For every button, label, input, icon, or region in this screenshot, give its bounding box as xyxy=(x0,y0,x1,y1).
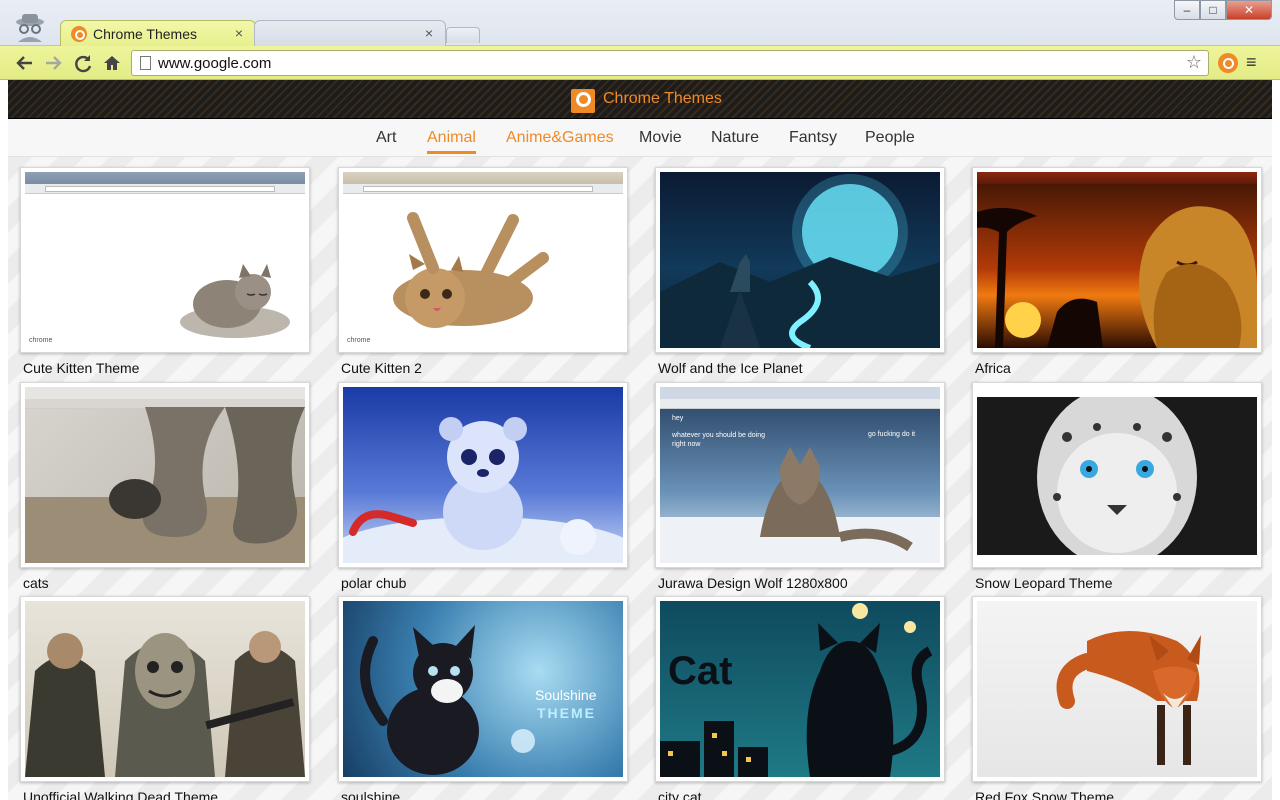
tab-empty[interactable]: × xyxy=(254,20,446,46)
theme-thumbnail[interactable] xyxy=(972,167,1262,353)
theme-title[interactable]: Snow Leopard Theme xyxy=(975,575,1113,591)
browser-toolbar: www.google.com ☆ ≡ xyxy=(0,46,1280,80)
tab-chrome-themes[interactable]: Chrome Themes × xyxy=(60,20,256,46)
nav-item-people[interactable]: People xyxy=(865,129,915,147)
chrome-label: chrome xyxy=(29,337,53,344)
theme-thumbnail[interactable] xyxy=(972,382,1262,568)
theme-thumbnail[interactable]: Cat xyxy=(655,596,945,782)
theme-title[interactable]: Cute Kitten 2 xyxy=(341,360,422,376)
wolf-hey-text: hey xyxy=(672,415,684,422)
address-bar[interactable]: www.google.com ☆ xyxy=(131,50,1209,76)
window-controls: – □ ✕ xyxy=(1142,0,1272,20)
theme-thumbnail[interactable] xyxy=(20,382,310,568)
theme-title[interactable]: Wolf and the Ice Planet xyxy=(658,360,803,376)
theme-thumbnail[interactable] xyxy=(338,382,628,568)
close-window-button[interactable]: ✕ xyxy=(1226,0,1272,20)
wolf-right-text: go fucking do it xyxy=(868,431,916,438)
url-text[interactable]: www.google.com xyxy=(158,55,271,72)
theme-title[interactable]: Unofficial Walking Dead Theme xyxy=(23,789,218,800)
chrome-label: chrome xyxy=(347,337,371,344)
home-icon[interactable] xyxy=(101,52,123,74)
incognito-icon xyxy=(12,12,48,42)
minimize-button[interactable]: – xyxy=(1174,0,1200,20)
back-arrow-icon[interactable] xyxy=(14,52,36,74)
nav-item-fantsy[interactable]: Fantsy xyxy=(789,129,837,147)
tab-close-icon[interactable]: × xyxy=(425,25,433,41)
city-cat-text: Cat xyxy=(668,649,733,693)
tab-close-icon[interactable]: × xyxy=(235,25,243,41)
site-header: Chrome Themes xyxy=(8,80,1272,119)
site-logo-text[interactable]: Chrome Themes xyxy=(603,90,722,108)
page-icon xyxy=(140,56,151,70)
maximize-button[interactable]: □ xyxy=(1200,0,1226,20)
theme-title[interactable]: polar chub xyxy=(341,575,406,591)
theme-title[interactable]: soulshine xyxy=(341,789,400,800)
soulshine-title-text: Soulshine xyxy=(535,687,597,703)
window-titlebar: Chrome Themes × × – □ ✕ xyxy=(0,0,1280,46)
wolf-left-text: whatever you should be doing right now xyxy=(672,432,766,448)
soulshine-subtitle-text: THEME xyxy=(537,705,596,721)
reload-icon[interactable] xyxy=(72,52,94,74)
theme-title[interactable]: Jurawa Design Wolf 1280x800 xyxy=(658,575,848,591)
category-nav: Art Animal Anime&Games Movie Nature Fant… xyxy=(8,119,1272,157)
theme-thumbnail[interactable]: chrome xyxy=(338,167,628,353)
theme-thumbnail[interactable]: hey whatever you should be doing right n… xyxy=(655,382,945,568)
nav-item-movie[interactable]: Movie xyxy=(639,129,682,147)
theme-thumbnail[interactable]: chrome xyxy=(20,167,310,353)
extension-icon[interactable] xyxy=(1218,53,1238,73)
chrome-themes-favicon-icon xyxy=(71,26,87,42)
theme-title[interactable]: city cat xyxy=(658,789,702,800)
nav-item-animal[interactable]: Animal xyxy=(427,129,476,154)
theme-title[interactable]: cats xyxy=(23,575,49,591)
nav-item-nature[interactable]: Nature xyxy=(711,129,759,147)
new-tab-button[interactable] xyxy=(446,27,480,43)
theme-title[interactable]: Cute Kitten Theme xyxy=(23,360,139,376)
theme-title[interactable]: Africa xyxy=(975,360,1011,376)
star-icon[interactable]: ☆ xyxy=(1186,52,1202,73)
theme-title[interactable]: Red Fox Snow Theme xyxy=(975,789,1114,800)
menu-icon[interactable]: ≡ xyxy=(1246,52,1257,73)
theme-thumbnail[interactable] xyxy=(972,596,1262,782)
nav-item-anime-games[interactable]: Anime&Games xyxy=(506,129,614,147)
theme-thumbnail[interactable] xyxy=(20,596,310,782)
forward-arrow-icon[interactable] xyxy=(42,52,64,74)
chrome-themes-logo-icon[interactable] xyxy=(571,89,595,113)
nav-item-art[interactable]: Art xyxy=(376,129,396,147)
theme-thumbnail[interactable]: Soulshine THEME xyxy=(338,596,628,782)
theme-thumbnail[interactable] xyxy=(655,167,945,353)
tab-title: Chrome Themes xyxy=(93,26,198,42)
page-content: Chrome Themes Art Animal Anime&Games Mov… xyxy=(8,80,1272,800)
